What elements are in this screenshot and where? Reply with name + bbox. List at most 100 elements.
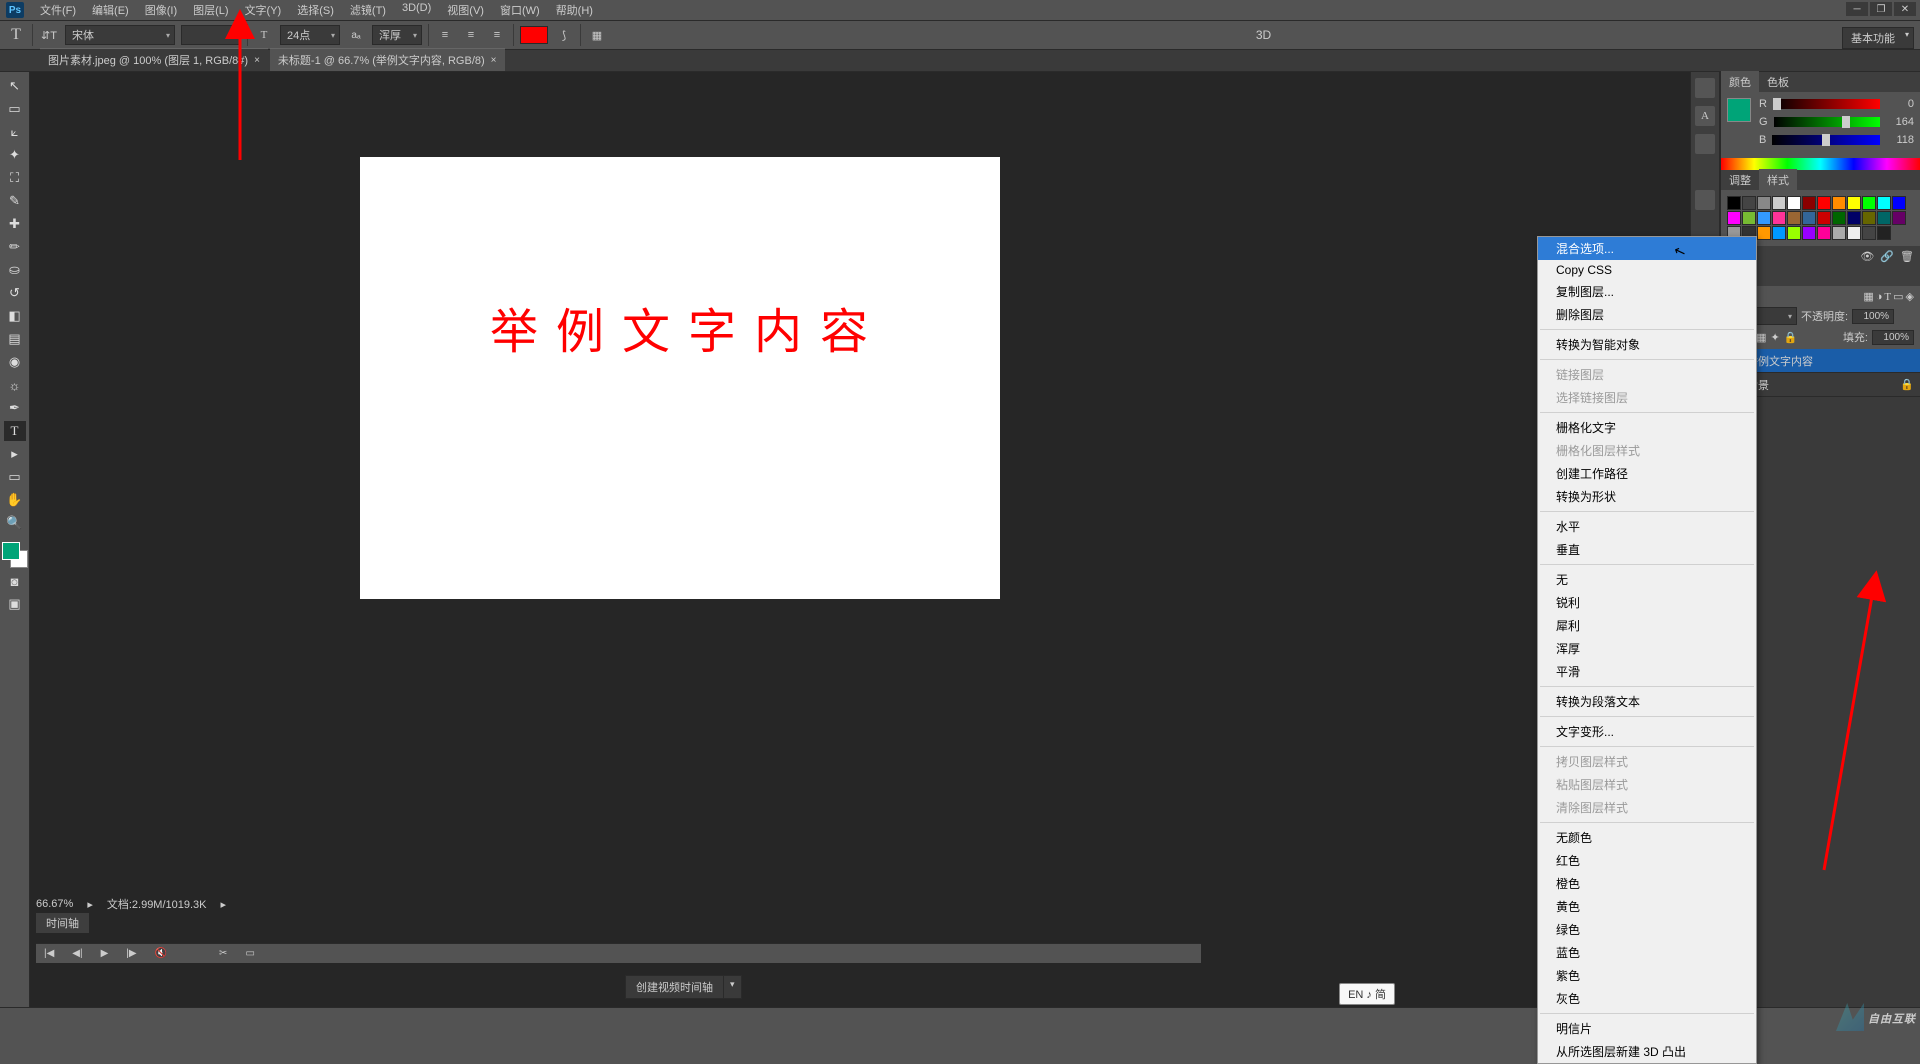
style-swatch[interactable] [1892,196,1906,210]
style-swatch[interactable] [1787,196,1801,210]
style-swatch[interactable] [1832,211,1846,225]
menu-item[interactable]: 窗口(W) [492,0,548,21]
lock-all-icon[interactable]: 🔒 [1784,331,1798,344]
style-swatch[interactable] [1772,226,1786,240]
style-swatch[interactable] [1862,226,1876,240]
brushes-panel-icon[interactable] [1695,190,1715,210]
align-left-button[interactable]: ≡ [435,25,455,45]
context-menu-item[interactable]: 复制图层... [1538,280,1756,303]
menu-item[interactable]: 文件(F) [32,0,84,21]
context-menu-item[interactable]: 紫色 [1538,964,1756,987]
g-slider[interactable] [1774,117,1880,127]
marquee-tool[interactable]: ▭ [4,99,26,119]
style-swatch[interactable] [1742,196,1756,210]
anti-alias-select[interactable]: 浑厚 [372,25,422,45]
menu-item[interactable]: 编辑(E) [84,0,137,21]
shape-tool[interactable]: ▭ [4,467,26,487]
context-menu-item[interactable]: 转换为段落文本 [1538,690,1756,713]
context-menu-item[interactable]: 犀利 [1538,614,1756,637]
document-canvas[interactable]: 举例文字内容 [360,157,1000,599]
style-swatch[interactable] [1877,211,1891,225]
color-swatches[interactable] [2,542,28,568]
context-menu-item[interactable]: 平滑 [1538,660,1756,683]
context-menu-item[interactable]: 灰色 [1538,987,1756,1010]
panel-color-swatch[interactable] [1727,98,1751,122]
font-size-select[interactable]: 24点 [280,25,340,45]
style-swatch[interactable] [1757,226,1771,240]
style-swatch[interactable] [1802,196,1816,210]
create-timeline-button[interactable]: 创建视频时间轴 [625,975,724,999]
filter-icon[interactable]: ▦ [1863,290,1873,303]
style-swatch[interactable] [1847,196,1861,210]
font-style-select[interactable] [181,25,241,45]
next-frame-button[interactable]: |▶ [126,948,136,959]
brush-tool[interactable]: ✏ [4,237,26,257]
context-menu-item[interactable]: 蓝色 [1538,941,1756,964]
tab-close-icon[interactable]: × [491,55,497,66]
context-menu-item[interactable]: 明信片 [1538,1017,1756,1040]
b-slider[interactable] [1772,135,1880,145]
g-value[interactable]: 164 [1886,116,1914,128]
document-tab[interactable]: 图片素材.jpeg @ 100% (图层 1, RGB/8#)× [40,48,268,71]
opacity-input[interactable]: 100% [1852,309,1894,324]
align-right-button[interactable]: ≡ [487,25,507,45]
menu-item[interactable]: 3D(D) [394,0,439,21]
heal-tool[interactable]: ✚ [4,214,26,234]
history-panel-icon[interactable] [1695,78,1715,98]
filter-shape-icon[interactable]: ▭ [1893,290,1903,303]
r-slider[interactable] [1773,99,1880,109]
eyedropper-tool[interactable]: ✎ [4,191,26,211]
close-button[interactable]: ✕ [1894,2,1916,16]
menu-item[interactable]: 视图(V) [439,0,492,21]
style-swatch[interactable] [1772,211,1786,225]
create-timeline-dropdown[interactable]: ▾ [724,975,742,999]
style-swatch[interactable] [1892,211,1906,225]
paragraph-panel-icon[interactable] [1695,134,1715,154]
context-menu-item[interactable]: 从所选图层新建 3D 凸出 [1538,1040,1756,1063]
context-menu-item[interactable]: 创建工作路径 [1538,462,1756,485]
history-brush-tool[interactable]: ↺ [4,283,26,303]
context-menu-item[interactable]: 红色 [1538,849,1756,872]
filter-smart-icon[interactable]: ◈ [1906,290,1914,303]
style-swatch[interactable] [1757,196,1771,210]
style-swatch[interactable] [1817,196,1831,210]
style-swatch[interactable] [1727,211,1741,225]
lock-position-icon[interactable]: ✦ [1770,331,1779,344]
crop-tool[interactable]: ⛶ [4,168,26,188]
context-menu-item[interactable]: Copy CSS [1538,260,1756,280]
menu-item[interactable]: 图像(I) [137,0,185,21]
filter-text-icon[interactable]: T [1884,291,1891,303]
context-menu-item[interactable]: 橙色 [1538,872,1756,895]
text-color-swatch[interactable] [520,26,548,44]
style-swatch[interactable] [1802,226,1816,240]
context-menu-item[interactable]: 无颜色 [1538,826,1756,849]
style-swatch[interactable] [1817,226,1831,240]
adjust-tab[interactable]: 调整 [1721,169,1759,191]
style-swatch[interactable] [1847,211,1861,225]
dodge-tool[interactable]: ☼ [4,375,26,395]
quickmask-toggle[interactable]: ◙ [4,571,26,591]
b-value[interactable]: 118 [1886,134,1914,146]
context-menu-item[interactable]: 无 [1538,568,1756,591]
style-swatch[interactable] [1847,226,1861,240]
split-button[interactable]: ✂ [219,948,227,959]
style-swatch[interactable] [1757,211,1771,225]
timeline-tab[interactable]: 时间轴 [36,913,89,933]
move-tool[interactable]: ↖ [4,76,26,96]
style-swatch[interactable] [1817,211,1831,225]
menu-item[interactable]: 文字(Y) [237,0,290,21]
filter-icon2[interactable]: ◑ [1876,291,1883,303]
type-tool[interactable]: T [4,421,26,441]
style-swatch[interactable] [1832,226,1846,240]
styles-tab[interactable]: 样式 [1759,169,1797,191]
context-menu-item[interactable]: 转换为智能对象 [1538,333,1756,356]
context-menu-item[interactable]: 锐利 [1538,591,1756,614]
align-center-button[interactable]: ≡ [461,25,481,45]
play-button[interactable]: ▶ [101,948,109,959]
lasso-tool[interactable]: ⟀ [4,122,26,142]
gradient-tool[interactable]: ▤ [4,329,26,349]
text-layer-content[interactable]: 举例文字内容 [490,292,886,362]
workspace-switcher[interactable]: 基本功能 [1842,27,1914,49]
wand-tool[interactable]: ✦ [4,145,26,165]
zoom-level[interactable]: 66.67% [36,898,73,910]
